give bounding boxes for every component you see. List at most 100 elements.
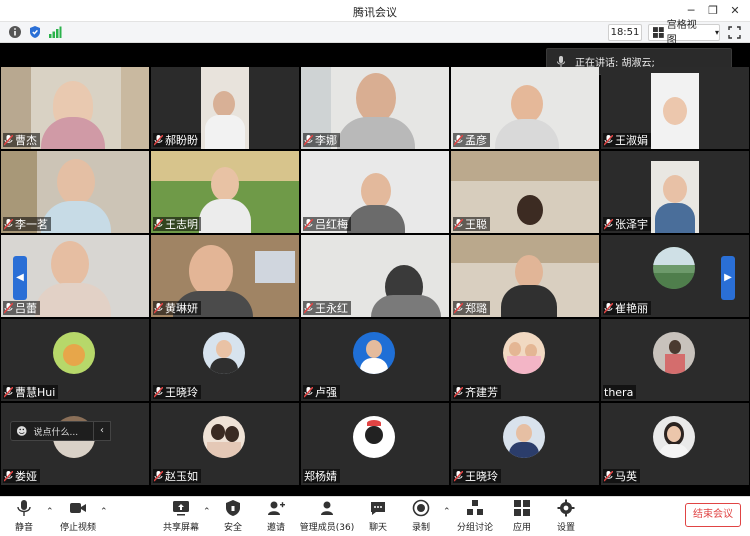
share-screen-button[interactable]: 共享屏幕 [153,499,209,533]
avatar [653,332,695,374]
video-tile[interactable]: 王志明 [151,151,299,233]
avatar [53,332,95,374]
stop-video-button[interactable]: 停止视频 [50,499,106,533]
fullscreen-icon[interactable] [728,26,741,39]
mic-muted-icon [454,302,463,314]
video-tile[interactable]: 李娜 [301,67,449,149]
video-tile[interactable]: 郑杨婧 [301,403,449,485]
participant-name: 卢强 [303,385,340,399]
participant-name: 赵玉如 [153,469,201,483]
shield-icon [226,500,240,516]
video-tile[interactable]: 曹杰 [1,67,149,149]
video-tile[interactable]: 王晓玲 [451,403,599,485]
video-tile[interactable]: 李一茗 [1,151,149,233]
mic-muted-icon [304,218,313,230]
next-page-arrow[interactable]: ▶ [721,256,735,300]
video-tile[interactable]: 王聪 [451,151,599,233]
end-meeting-button[interactable]: 结束会议 [685,503,741,527]
info-icon[interactable] [8,25,22,39]
video-tile[interactable]: 郑璐 [451,235,599,317]
participant-name: 孟彦 [453,133,490,147]
window-title: 腾讯会议 [353,6,397,19]
chevron-up-icon[interactable]: ⌃ [100,507,108,517]
grid-view-icon [653,27,664,38]
mic-muted-icon [154,386,163,398]
video-tile[interactable]: 王淑娟 [601,67,749,149]
collapse-chat-icon[interactable]: ‹ [93,421,111,441]
participant-name: 吕蕾 [3,301,40,315]
signal-icon[interactable] [48,25,62,39]
video-tile[interactable]: 卢强 [301,319,449,401]
video-tile[interactable]: 吕红梅 [301,151,449,233]
participant-name: 齐建芳 [453,385,501,399]
avatar [503,416,545,458]
view-mode-button[interactable]: 宫格视图 ▾ [648,20,720,46]
mic-muted-icon [154,134,163,146]
title-bar: 腾讯会议 ─ ❐ ✕ [0,0,750,22]
participant-name: 黄琳妍 [153,301,201,315]
avatar [653,247,695,289]
mic-muted-icon [154,470,163,482]
mic-muted-icon [4,470,13,482]
manage-members-button[interactable]: 管理成员(36) [299,499,355,533]
video-tile[interactable]: 张泽宇 [601,151,749,233]
meeting-clock: 18:51 [608,24,642,41]
chat-placeholder: 说点什么... [33,427,79,438]
meeting-info-bar: 18:51 宫格视图 ▾ [0,20,750,46]
video-tile[interactable]: 孟彦 [451,67,599,149]
mic-muted-icon [604,218,613,230]
video-tile[interactable]: 王永红 [301,235,449,317]
video-tile[interactable]: 齐建芳 [451,319,599,401]
settings-button[interactable]: 设置 [538,499,594,533]
microphone-icon [17,500,31,516]
mic-muted-icon [4,218,13,230]
participant-name: 吕红梅 [303,217,351,231]
participant-name: 王聪 [453,217,490,231]
video-tile[interactable]: 曹慧Hui [1,319,149,401]
members-icon [321,501,333,515]
mic-muted-icon [304,302,313,314]
restore-icon[interactable]: ❐ [704,2,722,20]
invite-button[interactable]: 邀请 [248,499,304,533]
video-tile[interactable]: 黄琳妍 [151,235,299,317]
add-user-icon [268,501,285,515]
mic-muted-icon [454,134,463,146]
video-tile[interactable]: 马英 [601,403,749,485]
close-icon[interactable]: ✕ [726,2,744,20]
avatar [203,332,245,374]
participant-name: 崔艳丽 [603,301,651,315]
avatar [353,332,395,374]
participant-name: 郝盼盼 [153,133,201,147]
emoji-icon[interactable]: ☻ [16,425,27,438]
participant-name: 王晓玲 [153,385,201,399]
shield-icon[interactable] [28,25,42,39]
record-button[interactable]: 录制 [393,499,449,533]
video-tile[interactable]: 赵玉如 [151,403,299,485]
video-grid: 曹杰 郝盼盼 李娜 孟彦 王淑娟 李一茗 王志明 吕红梅 王聪 张泽宇 吕蕾 黄… [0,67,750,485]
participant-name: 李一茗 [3,217,51,231]
gear-icon [557,499,575,517]
mic-muted-icon [454,218,463,230]
participant-name: 王淑娟 [603,133,651,147]
participant-name: 娄娅 [3,469,40,483]
video-tile[interactable]: 王晓玲 [151,319,299,401]
mic-muted-icon [304,386,313,398]
participant-name: 曹慧Hui [3,385,59,399]
mute-button[interactable]: 静音 [0,499,52,533]
mic-muted-icon [604,134,613,146]
mic-muted-icon [4,386,13,398]
chevron-down-icon: ▾ [714,28,719,37]
participant-name: 王永红 [303,301,351,315]
prev-page-arrow[interactable]: ◀ [13,256,27,300]
video-tile[interactable]: 郝盼盼 [151,67,299,149]
participant-name: 李娜 [303,133,340,147]
mic-muted-icon [454,386,463,398]
share-screen-icon [173,501,189,516]
participant-name: 曹杰 [3,133,40,147]
participant-name: 王晓玲 [453,469,501,483]
meeting-controls: 静音 ⌃ 停止视频 ⌃ 共享屏幕 ⌃ 安全 邀请 管理成员(36) 聊天 录制 … [0,496,750,536]
video-tile[interactable]: 娄娅 [1,403,149,485]
video-tile[interactable]: thera [601,319,749,401]
apps-icon [514,500,530,516]
mic-muted-icon [304,134,313,146]
